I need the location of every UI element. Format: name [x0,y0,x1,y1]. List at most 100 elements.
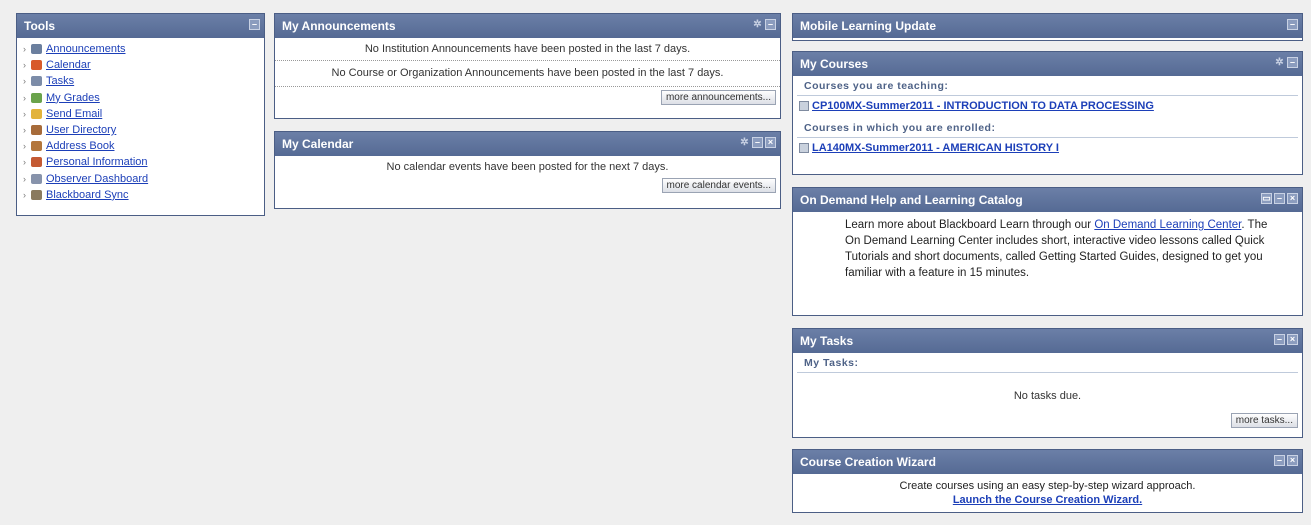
tool-item[interactable]: › Calendar [23,57,258,73]
tool-item[interactable]: › User Directory [23,122,258,138]
tools-list: › Announcements › Calendar › Tasks › My Grades ›… [17,38,264,206]
help-text-before: Learn more about Blackboard Learn throug… [845,219,1095,231]
gear-icon[interactable]: ✲ [1274,57,1285,68]
my-courses-title: My Courses [800,57,869,71]
tool-link[interactable]: My Grades [46,90,100,106]
more-announcements-button[interactable]: more announcements... [660,90,776,105]
minimize-icon[interactable]: – [1274,334,1285,345]
course-creation-wizard-header[interactable]: Course Creation Wizard – × [793,450,1302,474]
sync-icon [31,189,42,200]
my-tasks-title: My Tasks [800,334,854,348]
tools-title: Tools [24,19,56,33]
enrolled-label: Courses in which you are enrolled: [797,118,1298,138]
help-text: Learn more about Blackboard Learn throug… [793,212,1302,286]
wizard-description: Create courses using an easy step-by-ste… [899,480,1196,492]
personal-info-icon [31,157,42,168]
my-courses-module: My Courses ✲ – Courses you are teaching:… [792,51,1303,175]
tool-link[interactable]: Send Email [46,106,102,122]
calendar-module: My Calendar ✲ – × No calendar events hav… [274,131,781,209]
my-tasks-module: My Tasks – × My Tasks: No tasks due. mor… [792,328,1303,438]
on-demand-help-module: On Demand Help and Learning Catalog ▭ – … [792,187,1303,316]
dashboard-icon [31,173,42,184]
minimize-icon[interactable]: – [1274,455,1285,466]
on-demand-help-title: On Demand Help and Learning Catalog [800,193,1023,207]
close-icon[interactable]: × [1287,193,1298,204]
chevron-right-icon: › [23,157,26,168]
my-courses-header[interactable]: My Courses ✲ – [793,52,1302,76]
chevron-right-icon: › [23,141,26,152]
announcements-header[interactable]: My Announcements ✲ – [275,14,780,38]
tool-item[interactable]: › My Grades [23,90,258,106]
chevron-right-icon: › [23,44,26,55]
chevron-right-icon: › [23,189,26,200]
course-announcements-message: No Course or Organization Announcements … [331,67,724,79]
minimize-icon[interactable]: – [249,19,260,30]
more-tasks-button[interactable]: more tasks... [1230,413,1298,428]
minimize-icon[interactable]: – [765,19,776,30]
more-calendar-events-button[interactable]: more calendar events... [661,178,776,193]
tool-link[interactable]: Observer Dashboard [46,171,148,187]
tool-item[interactable]: › Personal Information [23,154,258,170]
chevron-right-icon: › [23,173,26,184]
tools-header[interactable]: Tools – [17,14,264,38]
calendar-title: My Calendar [282,137,354,151]
course-creation-wizard-module: Course Creation Wizard – × Create course… [792,449,1303,513]
minimize-icon[interactable]: – [752,137,763,148]
on-demand-learning-center-link[interactable]: On Demand Learning Center [1094,219,1241,231]
tasks-icon [31,76,42,87]
tool-link[interactable]: Tasks [46,73,74,89]
tool-link[interactable]: User Directory [46,122,116,138]
tool-item[interactable]: › Announcements [23,41,258,57]
course-creation-wizard-title: Course Creation Wizard [800,455,936,469]
tool-item[interactable]: › Address Book [23,138,258,154]
announcements-title: My Announcements [282,19,396,33]
mobile-learning-header[interactable]: Mobile Learning Update – [793,14,1302,38]
calendar-header[interactable]: My Calendar ✲ – × [275,132,780,156]
close-icon[interactable]: × [1287,455,1298,466]
course-icon [799,101,809,111]
gear-icon[interactable]: ✲ [739,137,750,148]
no-tasks-message: No tasks due. [1013,390,1082,402]
tool-link[interactable]: Calendar [46,57,91,73]
minimize-icon[interactable]: – [1287,19,1298,30]
launch-wizard-link[interactable]: Launch the Course Creation Wizard. [953,494,1142,506]
chevron-right-icon: › [23,60,26,71]
grades-icon [31,92,42,103]
tool-link[interactable]: Announcements [46,41,126,57]
megaphone-icon [31,44,42,55]
chevron-right-icon: › [23,92,26,103]
minimize-icon[interactable]: – [1274,193,1285,204]
course-item: LA140MX-Summer2011 - AMERICAN HISTORY I [793,138,1302,158]
address-book-icon [31,141,42,152]
on-demand-help-header[interactable]: On Demand Help and Learning Catalog ▭ – … [793,188,1302,212]
minimize-icon[interactable]: – [1287,57,1298,68]
close-icon[interactable]: × [765,137,776,148]
enrolled-course-link[interactable]: LA140MX-Summer2011 - AMERICAN HISTORY I [812,142,1059,154]
my-tasks-header[interactable]: My Tasks – × [793,329,1302,353]
tool-item[interactable]: › Tasks [23,73,258,89]
mobile-learning-module: Mobile Learning Update – [792,13,1303,41]
close-icon[interactable]: × [1287,334,1298,345]
teaching-course-link[interactable]: CP100MX-Summer2011 - INTRODUCTION TO DAT… [812,100,1154,112]
gear-icon[interactable]: ✲ [752,19,763,30]
chevron-right-icon: › [23,125,26,136]
tool-link[interactable]: Address Book [46,138,114,154]
course-item: CP100MX-Summer2011 - INTRODUCTION TO DAT… [793,96,1302,116]
teaching-label: Courses you are teaching: [797,76,1298,96]
chevron-right-icon: › [23,108,26,119]
tool-item[interactable]: › Blackboard Sync [23,187,258,203]
tool-link[interactable]: Blackboard Sync [46,187,129,203]
calendar-icon [31,60,42,71]
edit-icon[interactable]: ▭ [1261,193,1272,204]
announcements-module: My Announcements ✲ – No Institution Anno… [274,13,781,119]
tool-item[interactable]: › Observer Dashboard [23,171,258,187]
chevron-right-icon: › [23,76,26,87]
course-icon [799,143,809,153]
institution-announcements-message: No Institution Announcements have been p… [364,43,691,55]
tool-link[interactable]: Personal Information [46,154,148,170]
email-icon [31,108,42,119]
calendar-message: No calendar events have been posted for … [386,161,669,173]
my-tasks-label: My Tasks: [797,353,1298,373]
tool-item[interactable]: › Send Email [23,106,258,122]
user-directory-icon [31,125,42,136]
